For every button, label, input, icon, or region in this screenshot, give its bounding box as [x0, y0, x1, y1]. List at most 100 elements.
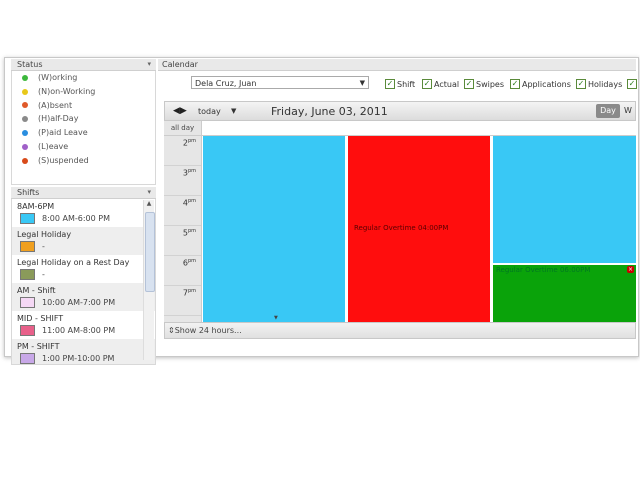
all-day-label: all day: [164, 121, 202, 135]
expand-icon: ⇕: [168, 326, 175, 335]
filter-swipes-checkbox[interactable]: ✓ Swipes: [464, 79, 504, 89]
day-grid[interactable]: 2pm 3pm 4pm 5pm 6pm 7pm ▼ Regular Overti…: [164, 136, 636, 322]
employee-select-value: Dela Cruz, Juan: [195, 79, 257, 88]
checkbox-checked-icon[interactable]: ✓: [385, 79, 395, 89]
close-icon[interactable]: ×: [627, 266, 634, 273]
shift-time: -: [42, 241, 45, 251]
calendar-panel: Calendar Dela Cruz, Juan ▼ ✓ Shift ✓ Actua…: [158, 59, 639, 355]
hour-suffix: pm: [187, 168, 196, 174]
hour-label: 5pm: [164, 226, 201, 256]
shift-time: 11:00 AM-8:00 PM: [42, 325, 116, 335]
filter-applications-checkbox[interactable]: ✓ Applications: [510, 79, 571, 89]
shift-item[interactable]: Legal Holiday -: [12, 227, 155, 255]
checkbox-checked-icon[interactable]: ✓: [510, 79, 520, 89]
shift-color-swatch: [20, 324, 35, 336]
checkbox-checked-icon[interactable]: ✓: [422, 79, 432, 89]
scrollbar-thumb[interactable]: [145, 212, 155, 292]
filter-label: Swipes: [476, 79, 505, 89]
status-label: (W)orking: [38, 73, 78, 82]
calendar-panel-header: Calendar: [158, 59, 636, 71]
shift-name: AM - Shift: [17, 286, 56, 295]
status-item-working: (W)orking: [12, 71, 155, 85]
hour-suffix: pm: [187, 258, 196, 264]
shift-color-swatch: [20, 240, 35, 252]
checkbox-checked-icon[interactable]: ✓: [627, 79, 637, 89]
status-panel-title: Status: [17, 60, 43, 69]
status-item-absent: (A)bsent: [12, 99, 155, 113]
status-item-non-working: (N)on-Working: [12, 85, 155, 99]
hour-suffix: pm: [187, 288, 196, 294]
overtime-event-label: Regular Overtime 04:00PM: [354, 224, 449, 232]
today-button[interactable]: today: [198, 107, 221, 116]
filter-label: Holidays: [588, 79, 623, 89]
status-item-suspended: (S)uspended: [12, 154, 155, 168]
show-24-hours-link[interactable]: Show 24 hours...: [175, 326, 242, 335]
filter-label: Applications: [522, 79, 571, 89]
prev-next-arrows-icon[interactable]: ◀▶: [173, 106, 187, 116]
hour-label: 4pm: [164, 196, 201, 226]
collapse-arrow-icon[interactable]: ▾: [147, 59, 151, 70]
checkbox-checked-icon[interactable]: ✓: [576, 79, 586, 89]
shift-name: Legal Holiday on a Rest Day: [17, 258, 130, 267]
status-item-half-day: (H)alf-Day: [12, 112, 155, 126]
shift-item[interactable]: PM - SHIFT 1:00 PM-10:00 PM: [12, 339, 155, 364]
shift-color-swatch: [20, 268, 35, 280]
calendar-toolbar: Dela Cruz, Juan ▼ ✓ Shift ✓ Actual ✓ Swipes…: [158, 71, 639, 95]
week-view-button[interactable]: W: [624, 104, 632, 118]
shift-event-block[interactable]: ▼: [203, 136, 345, 322]
employee-select[interactable]: Dela Cruz, Juan ▼: [191, 76, 369, 89]
shift-color-swatch: [20, 296, 35, 308]
shift-name: MID - SHIFT: [17, 314, 64, 323]
calendar-nav-bar: ◀▶ today ▼ Friday, June 03, 2011 Day W: [164, 101, 636, 121]
app-window: Status ▾ (W)orking (N)on-Working (A)bsen…: [4, 57, 639, 365]
collapse-arrow-icon[interactable]: ▾: [147, 187, 151, 198]
shifts-list: 8AM-6PM 8:00 AM-6:00 PM Legal Holiday - …: [11, 199, 156, 365]
scroll-up-icon[interactable]: ▲: [145, 200, 153, 210]
overtime-application-label: Regular Overtime 06:00PM: [496, 266, 591, 274]
filter-label: Shift: [397, 79, 416, 89]
shift-color-swatch: [20, 352, 35, 364]
actual-event-block[interactable]: [493, 136, 636, 263]
status-label: (H)alf-Day: [38, 114, 79, 124]
show-24-hours-bar[interactable]: ⇕Show 24 hours...: [164, 322, 636, 339]
shift-color-swatch: [20, 212, 35, 224]
hour-label: 3pm: [164, 166, 201, 196]
shift-item[interactable]: Legal Holiday on a Rest Day -: [12, 255, 155, 283]
filter-extra-checkbox[interactable]: ✓: [627, 79, 639, 89]
shifts-panel-title: Shifts: [17, 188, 40, 197]
dropdown-arrow-icon[interactable]: ▼: [360, 77, 365, 90]
all-day-row[interactable]: all day: [164, 121, 636, 136]
status-dot-icon: [22, 157, 28, 164]
status-label: (N)on-Working: [38, 86, 96, 96]
shift-time: -: [42, 269, 45, 279]
hour-suffix: pm: [187, 228, 196, 234]
shift-name: 8AM-6PM: [17, 202, 55, 211]
shifts-panel-header[interactable]: Shifts ▾: [11, 187, 156, 199]
overtime-event-block[interactable]: Regular Overtime 04:00PM: [348, 136, 490, 322]
shift-item[interactable]: 8AM-6PM 8:00 AM-6:00 PM: [12, 199, 155, 227]
dropdown-arrow-icon[interactable]: ▼: [231, 107, 236, 115]
shift-item[interactable]: MID - SHIFT 11:00 AM-8:00 PM: [12, 311, 155, 339]
status-panel-header[interactable]: Status ▾: [11, 59, 156, 71]
resize-grip-icon[interactable]: ▼: [274, 315, 278, 321]
status-dot-icon: [22, 130, 28, 137]
hour-suffix: pm: [187, 138, 196, 144]
status-label: (A)bsent: [38, 100, 73, 110]
shift-time: 8:00 AM-6:00 PM: [42, 213, 111, 223]
shift-name: PM - SHIFT: [17, 342, 60, 351]
filter-label: Actual: [434, 79, 460, 89]
filter-shift-checkbox[interactable]: ✓ Shift: [385, 79, 415, 89]
status-label: (P)aid Leave: [38, 128, 88, 138]
overtime-application-block[interactable]: Regular Overtime 06:00PM ×: [493, 265, 636, 322]
day-view-button[interactable]: Day: [596, 104, 620, 118]
status-label: (S)uspended: [38, 155, 89, 165]
status-dot-icon: [22, 143, 28, 150]
filter-holidays-checkbox[interactable]: ✓ Holidays: [576, 79, 622, 89]
shifts-scrollbar[interactable]: ▲: [143, 200, 155, 360]
date-title: Friday, June 03, 2011: [271, 105, 388, 118]
hour-label: 6pm: [164, 256, 201, 286]
shift-item[interactable]: AM - Shift 10:00 AM-7:00 PM: [12, 283, 155, 311]
checkbox-checked-icon[interactable]: ✓: [464, 79, 474, 89]
shifts-panel: Shifts ▾ 8AM-6PM 8:00 AM-6:00 PM Legal H…: [11, 187, 156, 365]
filter-actual-checkbox[interactable]: ✓ Actual: [422, 79, 459, 89]
